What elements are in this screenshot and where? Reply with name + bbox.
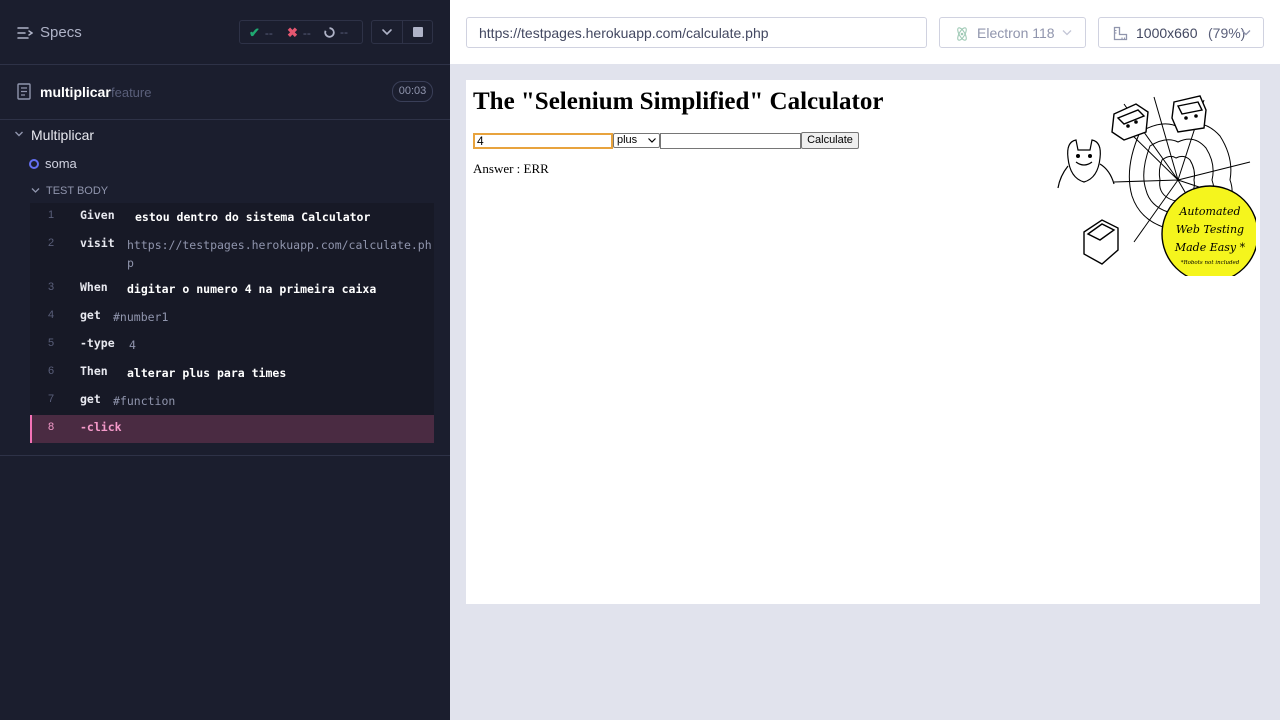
command-number: 2 [48, 237, 55, 249]
command-message: estou dentro do sistema Calculator [135, 210, 371, 224]
command-message: #number1 [113, 310, 169, 324]
pending-stat: -- [324, 25, 348, 39]
viewport-size: 1000x660 [1136, 25, 1198, 41]
pending-count: -- [340, 25, 348, 39]
command-number: 8 [48, 421, 55, 433]
command-message: #function [113, 394, 176, 408]
specs-label[interactable]: Specs [40, 24, 82, 41]
number2-input[interactable] [660, 133, 801, 149]
command-message: alterar plus para times [127, 366, 287, 380]
command-row[interactable]: 6 Then alterar plus para times [30, 359, 434, 387]
viewport-scale: (79%) [1208, 25, 1246, 41]
command-keyword: visit [80, 236, 115, 250]
logo-text-line-3: Made Easy * [1174, 241, 1246, 254]
suite-row[interactable]: Multiplicar [0, 122, 450, 148]
failed-stat: ✖ -- [287, 25, 311, 41]
command-row[interactable]: 7 get #function [30, 387, 434, 415]
command-message: 4 [129, 338, 136, 352]
command-log: 1 Given estou dentro do sistema Calculat… [30, 203, 434, 443]
function-select[interactable]: plus [613, 133, 660, 148]
specs-header: Specs ✔ -- ✖ -- -- [0, 0, 450, 65]
automated-web-testing-logo: Automated Web Testing Made Easy * *Robot… [1057, 95, 1256, 276]
command-number: 5 [48, 337, 55, 349]
reporter-panel: Specs ✔ -- ✖ -- -- multiplicar feature 0… [0, 0, 450, 720]
passed-count: -- [264, 26, 273, 40]
command-number: 3 [48, 281, 55, 293]
logo-text-line-4: *Robots not included [1181, 260, 1240, 266]
test-body-label: TEST BODY [46, 185, 109, 197]
command-keyword: Then [80, 364, 108, 378]
command-row-active[interactable]: 8 -click [30, 415, 434, 443]
command-keyword: get [80, 308, 101, 322]
failed-count: -- [302, 26, 311, 40]
test-row[interactable]: soma [0, 151, 450, 177]
command-number: 4 [48, 309, 55, 321]
chevron-down-icon [1241, 30, 1251, 36]
command-keyword: -type [80, 336, 115, 350]
calculate-button[interactable]: Calculate [801, 132, 859, 149]
command-row[interactable]: 5 -type 4 [30, 331, 434, 359]
command-message: https://testpages.herokuapp.com/calculat… [127, 238, 432, 270]
command-keyword: -click [80, 420, 122, 434]
spec-file-extension: feature [111, 85, 152, 100]
command-row[interactable]: 4 get #number1 [30, 303, 434, 331]
chevron-down-icon [648, 138, 656, 143]
run-duration-badge: 00:03 [392, 81, 433, 102]
chevron-down-icon [1062, 30, 1072, 36]
url-bar[interactable]: https://testpages.herokuapp.com/calculat… [466, 17, 927, 48]
suite-title[interactable]: Multiplicar [31, 127, 94, 143]
test-body-header[interactable]: TEST BODY [0, 180, 450, 202]
check-icon: ✔ [249, 25, 260, 40]
reporter-divider [0, 455, 450, 456]
app-preview-area: https://testpages.herokuapp.com/calculat… [450, 0, 1280, 720]
answer-text: Answer : ERR [473, 161, 549, 176]
specs-list-icon[interactable] [17, 26, 33, 40]
electron-icon [957, 27, 967, 41]
spec-file-name[interactable]: multiplicar [40, 84, 111, 100]
command-keyword: Given [80, 208, 115, 222]
document-icon [17, 83, 31, 100]
controls-divider [402, 20, 403, 44]
test-title[interactable]: soma [45, 156, 77, 171]
passed-stat: ✔ -- [249, 25, 273, 41]
browser-label: Electron 118 [977, 25, 1055, 41]
stop-icon[interactable] [413, 27, 423, 37]
function-selected-value: plus [617, 134, 638, 146]
aut-header: https://testpages.herokuapp.com/calculat… [450, 0, 1280, 64]
pending-circle-icon [324, 26, 335, 38]
chevron-down-icon[interactable] [31, 187, 40, 194]
spec-file-row[interactable]: multiplicar feature 00:03 [0, 65, 450, 120]
command-message: digitar o numero 4 na primeira caixa [127, 282, 377, 296]
command-keyword: get [80, 392, 101, 406]
logo-text-line-1: Automated [1178, 205, 1240, 218]
x-icon: ✖ [287, 25, 298, 40]
command-number: 1 [48, 209, 55, 221]
aut-iframe: The "Selenium Simplified" Calculator 4 p… [466, 80, 1260, 604]
chevron-down-icon[interactable] [14, 130, 24, 138]
command-number: 6 [48, 365, 55, 377]
stats-summary: ✔ -- ✖ -- -- [239, 20, 363, 44]
command-row[interactable]: 2 visit https://testpages.herokuapp.com/… [30, 231, 434, 275]
chevron-down-icon[interactable] [378, 24, 396, 40]
number1-input[interactable]: 4 [473, 133, 613, 149]
viewport-selector[interactable]: 1000x660 (79%) [1098, 17, 1264, 48]
ruler-icon [1113, 26, 1128, 41]
command-row[interactable]: 3 When digitar o numero 4 na primeira ca… [30, 275, 434, 303]
command-row[interactable]: 1 Given estou dentro do sistema Calculat… [30, 203, 434, 231]
running-status-icon [29, 159, 39, 169]
page-title: The "Selenium Simplified" Calculator [473, 88, 884, 115]
command-keyword: When [80, 280, 108, 294]
logo-text-line-2: Web Testing [1176, 223, 1244, 236]
browser-selector[interactable]: Electron 118 [939, 17, 1086, 48]
command-number: 7 [48, 393, 55, 405]
